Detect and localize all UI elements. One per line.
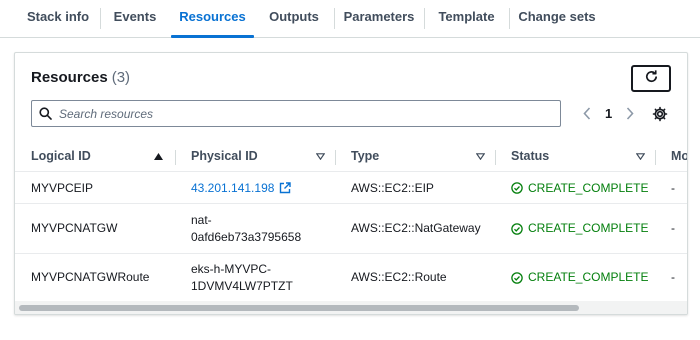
col-header-physical-id[interactable]: Physical ID [191,141,325,172]
physical-id-cell: eks-h-MYVPC- 1DVMV4LW7PTZT [191,261,293,293]
resources-title: Resources [31,69,108,86]
physical-id-cell: 43.201.141.198 [191,173,292,203]
refresh-icon [644,69,659,89]
table-row: MYVPCNATGWRoute eks-h-MYVPC- 1DVMV4LW7PT… [15,254,687,301]
tab-divider [100,8,101,29]
page-number[interactable]: 1 [605,106,612,121]
tab-events[interactable]: Events [102,0,168,37]
resources-heading: Resources (3) [31,69,130,86]
tab-resources[interactable]: Resources [171,0,254,38]
tab-stack-info[interactable]: Stack info [18,0,98,37]
status-text: CREATE_COMPLETE [528,221,649,235]
sort-down-icon[interactable] [316,141,325,172]
col-header-type[interactable]: Type [351,141,485,172]
column-divider [495,150,496,165]
tab-template[interactable]: Template [428,0,505,37]
col-header-label: Status [511,149,550,163]
chevron-right-icon[interactable] [622,104,638,124]
column-divider [175,150,176,165]
settings-gear-icon[interactable] [652,106,668,122]
resources-panel: Resources(3) 1 Logical ID Physical ID [14,52,688,315]
type-cell: AWS::EC2::EIP [351,180,434,195]
status-cell: CREATE_COMPLETE [511,254,648,301]
logical-id-cell: MYVPCEIP [31,180,94,195]
check-circle-icon [511,271,523,284]
status-badge: CREATE_COMPLETE [511,220,648,237]
check-circle-icon [511,182,523,194]
search-field[interactable] [31,100,561,127]
physical-id-link[interactable]: 43.201.141.198 [191,180,292,197]
logical-id-cell: MYVPCNATGWRoute [31,270,150,284]
sort-down-icon[interactable] [476,141,485,172]
search-input[interactable] [59,106,539,121]
column-divider [655,150,656,165]
tab-divider [334,8,335,29]
table-row: MYVPCNATGW nat- 0afd6eb73a3795658 AWS::E… [15,204,687,254]
extra-cell: - [671,180,675,195]
extra-cell: - [671,270,675,284]
scrollbar-thumb[interactable] [19,305,579,311]
physical-id-cell: nat- 0afd6eb73a3795658 [191,212,302,244]
col-header-label: Logical ID [31,149,91,163]
col-header-label: Mo [671,149,688,163]
status-badge: CREATE_COMPLETE [511,269,648,286]
status-cell: CREATE_COMPLETE [511,173,648,203]
status-cell: CREATE_COMPLETE [511,204,648,253]
horizontal-scrollbar[interactable] [15,301,687,314]
tab-parameters[interactable]: Parameters [337,0,421,37]
tab-divider [424,8,425,29]
status-badge: CREATE_COMPLETE [511,180,648,197]
resources-count: (3) [111,69,131,86]
tab-divider [509,8,510,29]
col-header-modules[interactable]: Mo [671,141,688,172]
tab-bar: Stack info Events Resources Outputs Para… [0,0,700,38]
type-cell: AWS::EC2::NatGateway [351,221,481,235]
tab-change-sets[interactable]: Change sets [514,0,600,37]
status-text: CREATE_COMPLETE [528,270,649,284]
status-text: CREATE_COMPLETE [528,180,649,195]
table-row: MYVPCEIP 43.201.141.198 AWS::EC2::EIP CR… [15,173,687,204]
type-cell: AWS::EC2::Route [351,270,447,284]
refresh-button[interactable] [631,65,671,92]
column-divider [335,150,336,165]
col-header-label: Physical ID [191,149,258,163]
sort-up-icon[interactable] [154,141,163,172]
col-header-logical-id[interactable]: Logical ID [31,141,163,172]
logical-id-cell: MYVPCNATGW [31,221,118,235]
col-header-label: Type [351,149,380,163]
external-link-icon [279,182,292,194]
tab-outputs[interactable]: Outputs [258,0,330,37]
table-header: Logical ID Physical ID Type Status Mo [15,141,688,172]
col-header-status[interactable]: Status [511,141,645,172]
check-circle-icon [511,222,523,235]
pagination: 1 [579,100,638,127]
search-icon [39,107,53,121]
physical-id-link-text: 43.201.141.198 [191,180,275,195]
chevron-left-icon[interactable] [579,104,595,124]
extra-cell: - [671,221,675,235]
sort-down-icon[interactable] [636,141,645,172]
